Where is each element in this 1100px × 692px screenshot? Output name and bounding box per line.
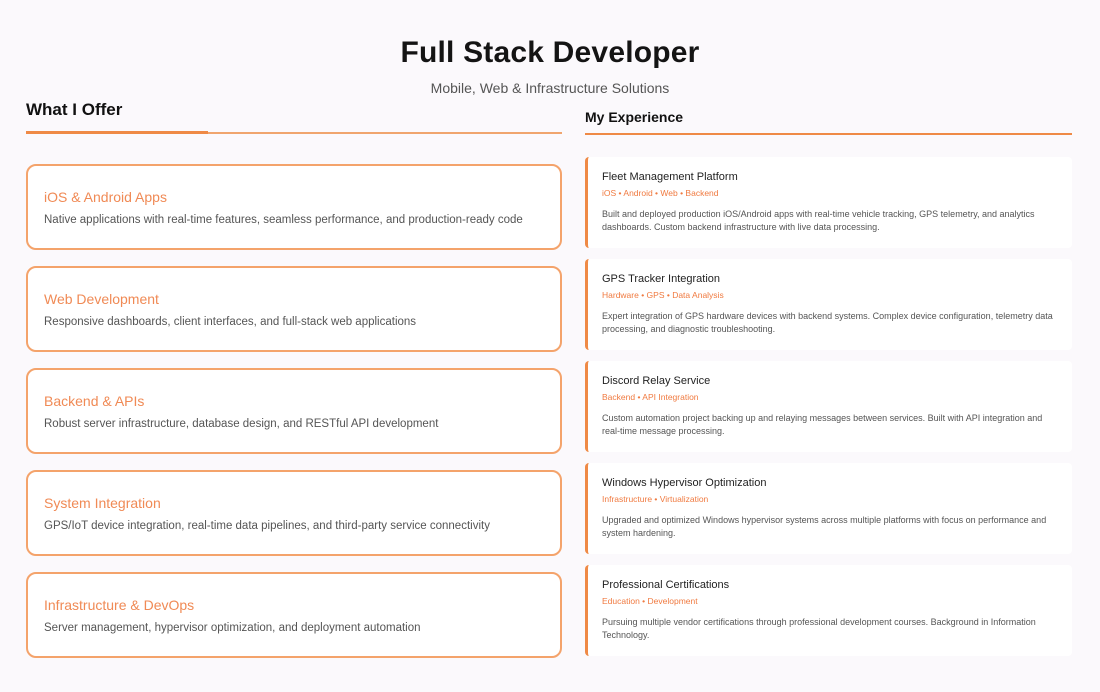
experience-card-description: Custom automation project backing up and… [602,413,1043,436]
offer-heading: What I Offer [26,100,123,119]
experience-card-gps-tracker[interactable]: GPS Tracker Integration Hardware • GPS •… [585,259,1072,350]
offer-card-backend-apis[interactable]: Backend & APIs Robust server infrastruct… [26,368,562,454]
experience-section-header: My Experience [585,106,1072,136]
experience-divider [585,133,1072,135]
page-subtitle: Mobile, Web & Infrastructure Solutions [430,80,670,96]
page-header: Full Stack Developer Mobile, Web & Infra… [0,36,1100,96]
experience-card-windows-hypervisor[interactable]: Windows Hypervisor Optimization Infrastr… [585,463,1072,554]
page-title: Full Stack Developer [400,36,700,69]
offer-card-title: Web Development [44,290,159,307]
offer-divider-accent [26,131,208,134]
offer-card-description: GPS/IoT device integration, real-time da… [44,519,490,532]
offer-card-title: System Integration [44,494,161,511]
experience-card-description: Built and deployed production iOS/Androi… [602,209,1035,232]
experience-card-tags: Hardware • GPS • Data Analysis [602,290,724,300]
experience-card-fleet-management[interactable]: Fleet Management Platform iOS • Android … [585,157,1072,248]
experience-section: My Experience Fleet Management Platform … [585,106,1072,667]
offer-card-description: Native applications with real-time featu… [44,213,523,226]
offer-card-system-integration[interactable]: System Integration GPS/IoT device integr… [26,470,562,556]
experience-card-title: Windows Hypervisor Optimization [602,477,767,489]
experience-card-discord-relay[interactable]: Discord Relay Service Backend • API Inte… [585,361,1072,452]
experience-card-tags: Infrastructure • Virtualization [602,494,709,504]
experience-card-description: Upgraded and optimized Windows hyperviso… [602,515,1047,538]
experience-card-certifications[interactable]: Professional Certifications Education • … [585,565,1072,656]
experience-card-description: Expert integration of GPS hardware devic… [602,311,1053,334]
offer-card-description: Responsive dashboards, client interfaces… [44,315,417,328]
offer-card-web-development[interactable]: Web Development Responsive dashboards, c… [26,266,562,352]
experience-heading: My Experience [585,109,684,125]
offer-section: What I Offer iOS & Android Apps Native a… [26,98,562,674]
experience-card-tags: Education • Development [602,596,698,606]
experience-card-title: GPS Tracker Integration [602,273,720,285]
offer-card-description: Robust server infrastructure, database d… [44,417,439,430]
offer-card-ios-android[interactable]: iOS & Android Apps Native applications w… [26,164,562,250]
offer-card-infrastructure-devops[interactable]: Infrastructure & DevOps Server managemen… [26,572,562,658]
experience-card-title: Professional Certifications [602,579,730,591]
experience-card-tags: Backend • API Integration [602,392,699,402]
offer-list: iOS & Android Apps Native applications w… [26,164,562,658]
offer-section-header: What I Offer [26,98,562,134]
offer-card-title: iOS & Android Apps [44,188,167,205]
experience-card-description: Pursuing multiple vendor certifications … [602,617,1036,640]
experience-card-title: Fleet Management Platform [602,171,738,183]
experience-card-tags: iOS • Android • Web • Backend [602,188,719,198]
offer-card-title: Backend & APIs [44,392,145,409]
experience-card-title: Discord Relay Service [602,375,711,387]
offer-card-description: Server management, hypervisor optimizati… [44,621,421,634]
experience-list: Fleet Management Platform iOS • Android … [585,157,1072,656]
offer-card-title: Infrastructure & DevOps [44,596,195,613]
